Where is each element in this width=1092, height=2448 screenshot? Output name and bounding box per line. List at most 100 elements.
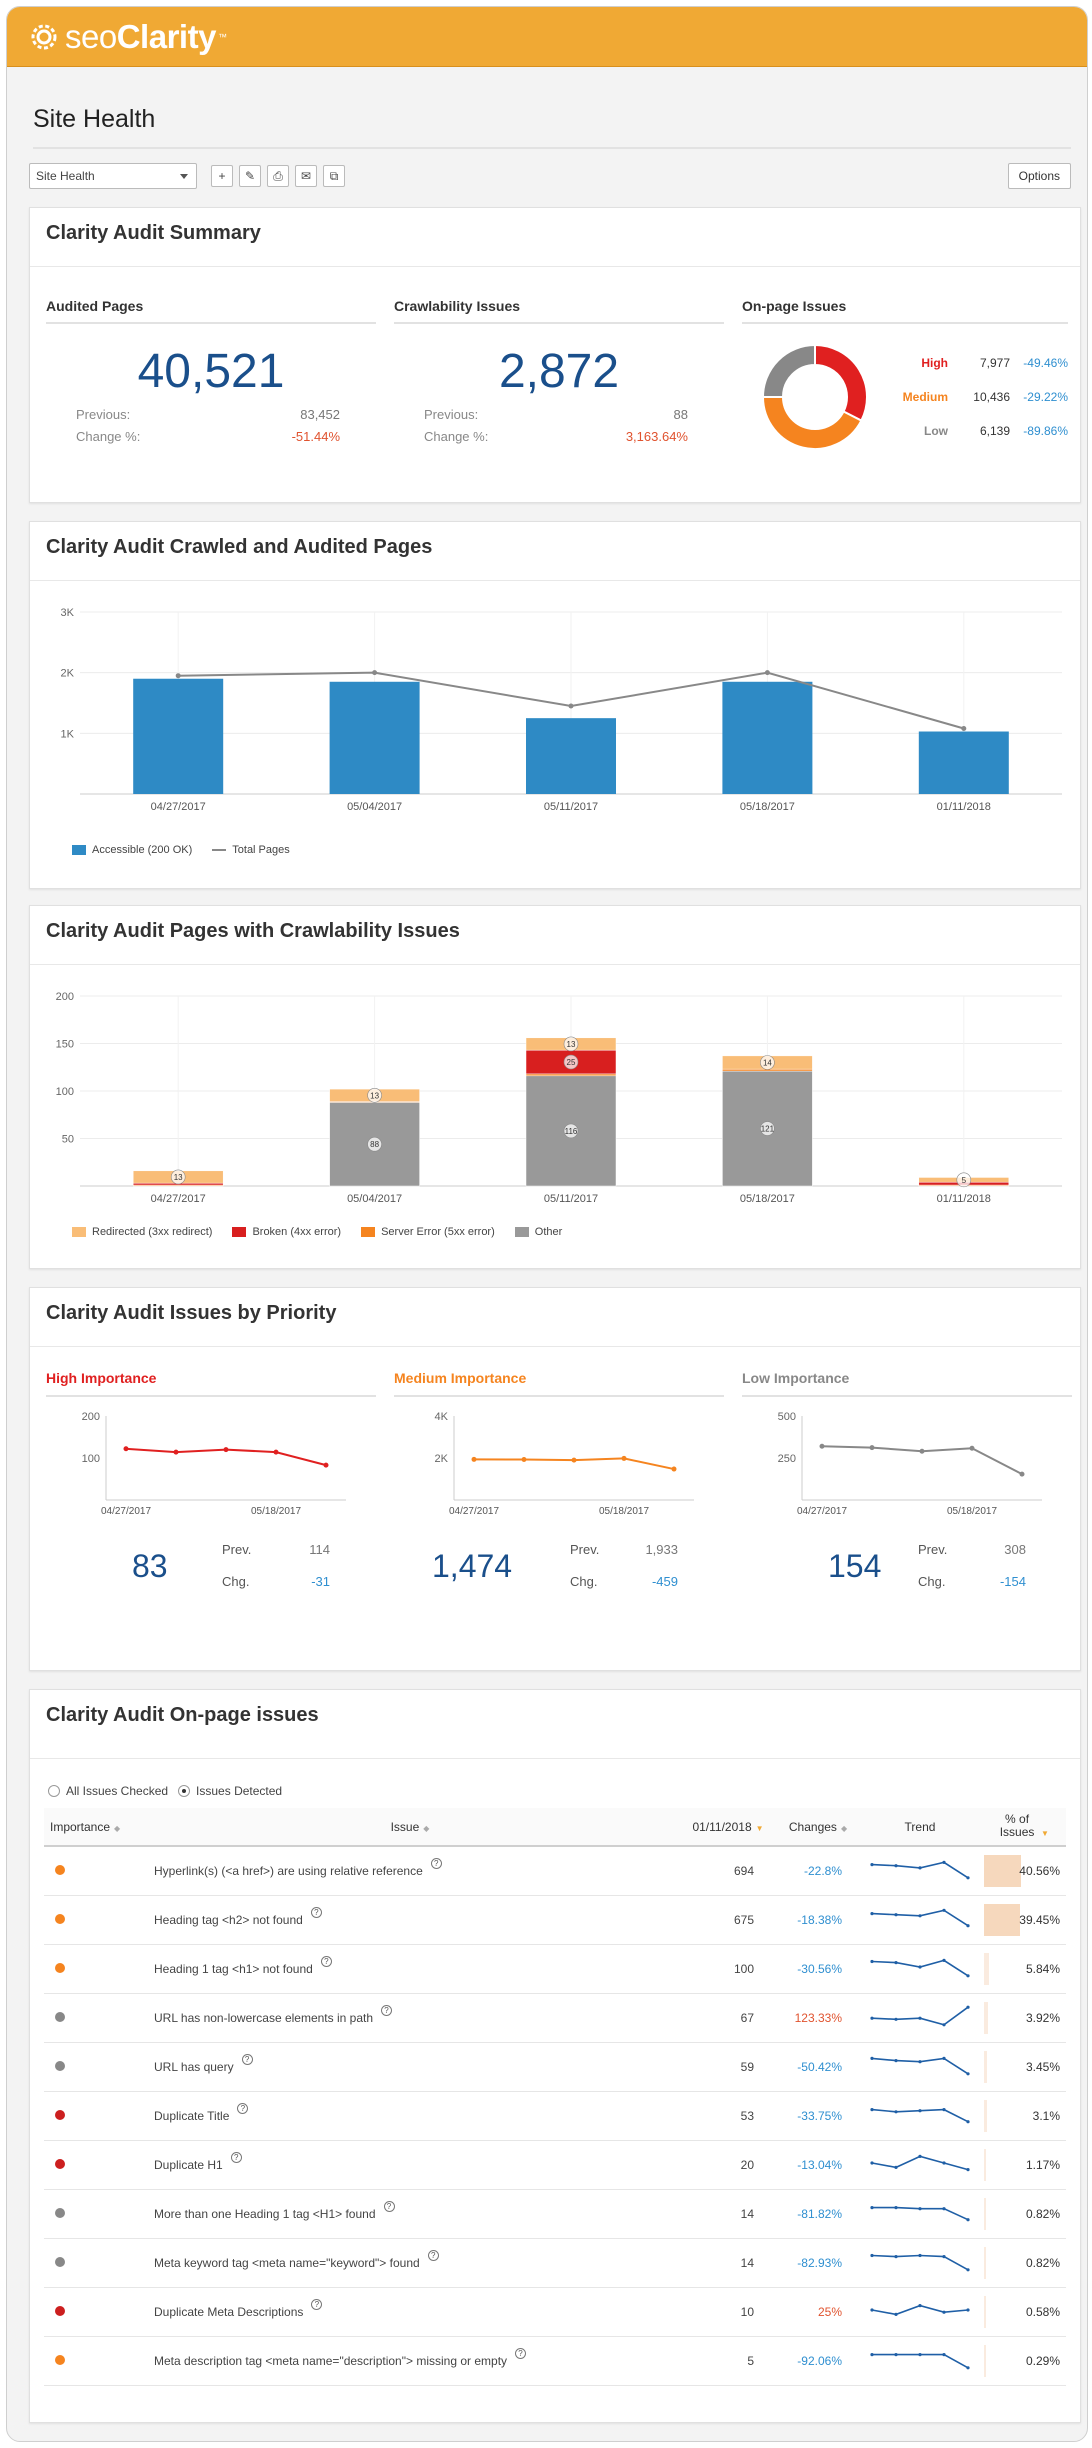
legend-accessible[interactable]: Accessible (200 OK) bbox=[72, 844, 192, 856]
table-row[interactable]: URL has non-lowercase elements in path? 6… bbox=[44, 1993, 1066, 2043]
trend-point bbox=[966, 2218, 970, 2222]
help-icon[interactable]: ? bbox=[311, 2298, 323, 2310]
col-issue[interactable]: Issue ◆ bbox=[140, 1808, 680, 1847]
importance-dot bbox=[55, 2158, 65, 2169]
col-importance[interactable]: Importance ◆ bbox=[44, 1808, 140, 1847]
help-icon[interactable]: ? bbox=[430, 1857, 442, 1869]
bar-segment-server bbox=[525, 1073, 617, 1077]
edit-button[interactable]: ✎ bbox=[239, 165, 261, 187]
trend-point bbox=[942, 1861, 946, 1865]
issue-cell: More than one Heading 1 tag <H1> found? bbox=[140, 2189, 680, 2239]
legend-item[interactable]: Redirected (3xx redirect) bbox=[72, 1226, 212, 1238]
importance-dot bbox=[55, 2109, 65, 2120]
trend-line bbox=[871, 2155, 969, 2171]
legend-swatch bbox=[514, 1227, 529, 1237]
copy-button[interactable]: ⧉ bbox=[323, 165, 345, 187]
onpage-row-high: High 7,977 -49.46% bbox=[882, 356, 1072, 390]
priority-point bbox=[819, 1443, 825, 1449]
y-tick-label: 200 bbox=[56, 991, 74, 1003]
seoclarity-logo[interactable]: seo Clarity ™ bbox=[29, 18, 227, 56]
options-button[interactable]: Options bbox=[1007, 163, 1071, 189]
help-icon[interactable]: ? bbox=[320, 1955, 332, 1967]
chg-value: -459 bbox=[651, 1574, 678, 1589]
trend-point bbox=[942, 2108, 946, 2112]
trend-point bbox=[870, 2253, 874, 2258]
count-cell[interactable]: 5 bbox=[680, 2336, 776, 2386]
legend-item[interactable]: Server Error (5xx error) bbox=[361, 1226, 495, 1238]
col-changes[interactable]: Changes ◆ bbox=[776, 1808, 860, 1847]
count-cell[interactable]: 67 bbox=[680, 1993, 776, 2043]
change-cell: 123.33% bbox=[776, 1993, 860, 2043]
help-icon[interactable]: ? bbox=[241, 2053, 253, 2065]
issue-cell: Heading tag <h2> not found? bbox=[140, 1895, 680, 1945]
radio-issues-detected[interactable] bbox=[178, 1785, 191, 1797]
data-label: 25 bbox=[567, 1058, 576, 1067]
table-row[interactable]: Heading 1 tag <h1> not found? 100 -30.56% 5… bbox=[44, 1944, 1066, 1994]
pct-cell: 3.1% bbox=[980, 2091, 1066, 2141]
audit-summary-card: Clarity Audit Summary Audited Pages 40,5… bbox=[29, 207, 1081, 503]
email-button[interactable]: ✉ bbox=[295, 165, 317, 187]
table-row[interactable]: Duplicate H1? 20 -13.04% 1.17% bbox=[44, 2140, 1066, 2190]
count-cell[interactable]: 694 bbox=[680, 1846, 776, 1896]
count-cell[interactable]: 14 bbox=[680, 2189, 776, 2239]
help-icon[interactable]: ? bbox=[383, 2200, 395, 2212]
table-row[interactable]: Duplicate Title? 53 -33.75% 3.1% bbox=[44, 2091, 1066, 2141]
help-icon[interactable]: ? bbox=[515, 2347, 527, 2359]
count-cell[interactable]: 10 bbox=[680, 2287, 776, 2337]
help-icon[interactable]: ? bbox=[427, 2249, 439, 2261]
print-button[interactable]: ⎙ bbox=[267, 165, 289, 187]
legend-label: Redirected (3xx redirect) bbox=[92, 1226, 213, 1238]
data-label: 13 bbox=[370, 1091, 379, 1100]
table-row[interactable]: URL has query? 59 -50.42% 3.45% bbox=[44, 2042, 1066, 2092]
help-icon[interactable]: ? bbox=[237, 2102, 249, 2114]
severity-change: -89.86% bbox=[1023, 424, 1068, 438]
radio-all-issues[interactable] bbox=[48, 1785, 60, 1797]
point-total-pages bbox=[372, 670, 378, 676]
table-row[interactable]: Hyperlink(s) (<a href>) are using relati… bbox=[44, 1846, 1066, 1896]
trend-cell bbox=[860, 2336, 980, 2386]
count-cell[interactable]: 59 bbox=[680, 2042, 776, 2092]
issue-cell: Meta keyword tag <meta name="keyword"> f… bbox=[140, 2238, 680, 2288]
change-cell: -13.04% bbox=[776, 2140, 860, 2190]
audited-pages-panel: Audited Pages 40,521 Previous: 83,452 Ch… bbox=[46, 298, 376, 447]
col-date[interactable]: 01/11/2018 ▼ bbox=[680, 1808, 776, 1847]
help-icon[interactable]: ? bbox=[230, 2151, 242, 2163]
y-tick-label: 250 bbox=[778, 1453, 796, 1465]
trend-cell bbox=[860, 1993, 980, 2043]
help-icon[interactable]: ? bbox=[310, 1906, 322, 1918]
legend-item[interactable]: Other bbox=[514, 1226, 562, 1238]
trend-point bbox=[894, 1961, 898, 1965]
x-tick-label: 05/04/2017 bbox=[347, 1193, 402, 1205]
y-tick-label: 200 bbox=[82, 1411, 100, 1423]
help-icon[interactable]: ? bbox=[381, 2004, 393, 2016]
table-row[interactable]: Meta description tag <meta name="descrip… bbox=[44, 2336, 1066, 2386]
priority-label: Low Importance bbox=[742, 1370, 1072, 1397]
count-cell[interactable]: 53 bbox=[680, 2091, 776, 2141]
trend-point bbox=[966, 2005, 970, 2009]
count-cell[interactable]: 20 bbox=[680, 2140, 776, 2190]
priority-col-medium: Medium Importance 4K 2K 04/27/2017 05/18/201… bbox=[394, 1370, 724, 1670]
issue-cell: Hyperlink(s) (<a href>) are using relati… bbox=[140, 1846, 680, 1896]
legend-total-pages[interactable]: Total Pages bbox=[212, 844, 290, 856]
trend-point bbox=[870, 1863, 874, 1867]
legend-item[interactable]: Broken (4xx error) bbox=[232, 1226, 341, 1238]
sort-icon: ◆ bbox=[423, 1823, 430, 1833]
count-cell[interactable]: 675 bbox=[680, 1895, 776, 1945]
table-row[interactable]: Meta keyword tag <meta name="keyword"> f… bbox=[44, 2238, 1066, 2288]
trend-cell bbox=[860, 2091, 980, 2141]
table-row[interactable]: Heading tag <h2> not found? 675 -18.38% 39.… bbox=[44, 1895, 1066, 1945]
count-cell[interactable]: 14 bbox=[680, 2238, 776, 2288]
dashboard-select[interactable]: Site Health bbox=[29, 163, 197, 189]
crawled-audited-title: Clarity Audit Crawled and Audited Pages bbox=[46, 536, 433, 558]
table-row[interactable]: Duplicate Meta Descriptions? 10 25% 0.58% bbox=[44, 2287, 1066, 2337]
count-cell[interactable]: 100 bbox=[680, 1944, 776, 1994]
trend-point bbox=[894, 2110, 898, 2114]
table-row[interactable]: More than one Heading 1 tag <H1> found? 1… bbox=[44, 2189, 1066, 2239]
col-pct-issues[interactable]: % of Issues ▼ bbox=[980, 1808, 1066, 1847]
add-button[interactable]: + bbox=[211, 165, 233, 187]
issue-text: Heading tag <h2> not found bbox=[154, 1912, 303, 1927]
prev-label: Prev. bbox=[222, 1542, 252, 1557]
trend-point bbox=[966, 2308, 970, 2312]
legend-label: Server Error (5xx error) bbox=[381, 1226, 495, 1238]
severity-label: Low bbox=[924, 424, 948, 438]
